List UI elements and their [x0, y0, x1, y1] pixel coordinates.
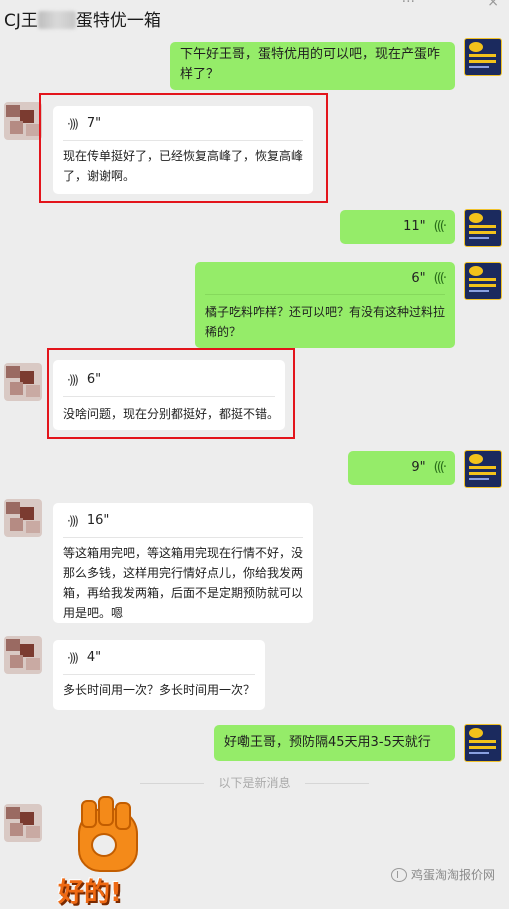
voice-wave-icon: (((· — [433, 460, 447, 475]
chat-title-prefix: CJ王 — [4, 11, 38, 31]
voice-duration: 4" — [86, 650, 102, 665]
red-highlight-box — [39, 93, 328, 203]
blurred-name — [37, 11, 76, 29]
chat-title-suffix: 蛋特优一箱 — [75, 11, 161, 31]
ok-hand-sticker[interactable]: 好的! — [58, 796, 168, 908]
voice-message-sent[interactable]: 6" (((· 橘子吃料咋样？还可以吧？有没有这种过料拉稀的？ — [195, 262, 455, 348]
voice-duration: 9" — [411, 460, 426, 475]
chat-header: CJ王 蛋特优一箱 ··· × — [0, 0, 509, 36]
voice-duration: 11" — [403, 219, 426, 234]
voice-wave-icon: (((· — [433, 271, 447, 286]
my-avatar[interactable] — [464, 38, 502, 76]
sticker-text: 好的! — [58, 878, 122, 908]
contact-avatar[interactable] — [4, 499, 42, 537]
divider-line-right — [305, 783, 369, 784]
contact-avatar[interactable] — [4, 804, 42, 842]
voice-wave-icon: ·))) — [67, 513, 79, 528]
watermark: 鸡蛋淘淘报价网 — [390, 866, 495, 883]
close-icon[interactable]: × — [487, 0, 499, 10]
voice-transcript: 多长时间用一次？多长时间用一次？ — [63, 683, 256, 697]
message-bubble-sent[interactable]: 下午好王哥，蛋特优用的可以吧，现在产蛋咋样了？ — [170, 42, 455, 90]
chat-title: CJ王 蛋特优一箱 — [4, 6, 161, 31]
message-text: 下午好王哥，蛋特优用的可以吧，现在产蛋咋样了？ — [180, 47, 441, 82]
voice-wave-icon: ·))) — [67, 650, 79, 665]
voice-wave-icon: (((· — [433, 219, 447, 234]
more-options-icon[interactable]: ··· — [402, 0, 415, 10]
contact-avatar[interactable] — [4, 636, 42, 674]
voice-duration: 16" — [86, 513, 110, 528]
contact-avatar[interactable] — [4, 363, 42, 401]
contact-avatar[interactable] — [4, 102, 42, 140]
message-bubble-sent[interactable]: 好嘞王哥，预防隔45天用3-5天就行 — [214, 725, 455, 761]
wechat-official-account-icon — [390, 867, 407, 882]
watermark-text: 鸡蛋淘淘报价网 — [410, 868, 495, 882]
my-avatar[interactable] — [464, 209, 502, 247]
voice-message[interactable]: ·))) 4" 多长时间用一次？多长时间用一次？ — [53, 640, 265, 710]
voice-transcript: 橘子吃料咋样？还可以吧？有没有这种过料拉稀的？ — [205, 305, 446, 339]
new-messages-divider: 以下是新消息 — [218, 776, 291, 790]
voice-message-sent[interactable]: 9" (((· — [348, 451, 455, 485]
red-highlight-box — [47, 348, 295, 439]
voice-message-sent[interactable]: 11" (((· — [340, 210, 455, 244]
voice-message[interactable]: ·))) 16" 等这箱用完吧，等这箱用完现在行情不好，没那么多钱，这样用完行情… — [53, 503, 313, 623]
voice-duration: 6" — [411, 271, 426, 286]
message-text: 好嘞王哥，预防隔45天用3-5天就行 — [224, 735, 431, 750]
my-avatar[interactable] — [464, 724, 502, 762]
my-avatar[interactable] — [464, 262, 502, 300]
voice-transcript: 等这箱用完吧，等这箱用完现在行情不好，没那么多钱，这样用完行情好点儿，你给我发两… — [63, 546, 304, 620]
my-avatar[interactable] — [464, 450, 502, 488]
